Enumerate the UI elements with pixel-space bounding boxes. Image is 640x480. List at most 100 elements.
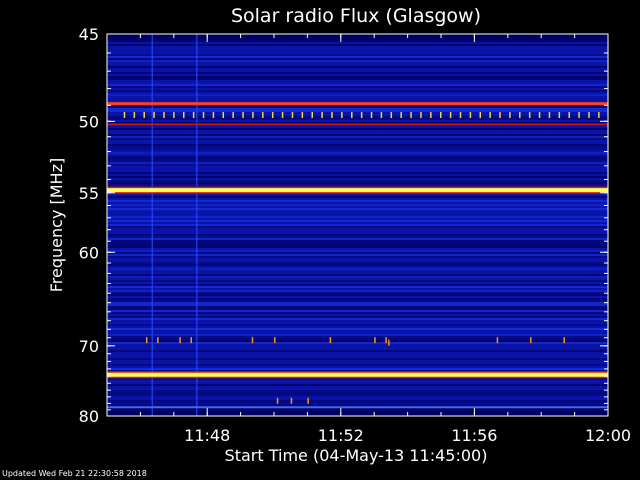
noise-row bbox=[107, 318, 608, 320]
noise-row bbox=[107, 142, 608, 144]
noise-row bbox=[107, 44, 608, 46]
noise-row bbox=[107, 66, 608, 68]
noise-row bbox=[107, 402, 608, 404]
periodic-spike bbox=[291, 111, 294, 118]
top-dark-band bbox=[107, 34, 608, 40]
periodic-spike bbox=[153, 111, 155, 118]
noise-row bbox=[107, 72, 608, 74]
noise-row bbox=[107, 316, 608, 318]
noise-row bbox=[107, 60, 608, 62]
periodic-spike bbox=[578, 111, 580, 118]
periodic-spike bbox=[410, 111, 412, 118]
noise-row bbox=[107, 158, 608, 160]
sporadic-spike bbox=[385, 337, 387, 344]
periodic-spike bbox=[499, 111, 501, 118]
noise-row bbox=[107, 208, 608, 210]
noise-row bbox=[107, 92, 608, 94]
noise-row bbox=[107, 242, 608, 244]
periodic-spike bbox=[281, 111, 284, 118]
y-axis-label: Frequency [MHz] bbox=[47, 158, 66, 292]
noise-row bbox=[107, 390, 608, 392]
noise-row bbox=[107, 64, 608, 66]
noise-row bbox=[107, 106, 608, 108]
noise-row bbox=[107, 356, 608, 358]
noise-row bbox=[107, 382, 608, 384]
noise-row bbox=[107, 264, 608, 266]
noise-row bbox=[107, 336, 608, 338]
noise-row bbox=[107, 240, 608, 242]
noise-row bbox=[107, 234, 608, 236]
noise-row bbox=[107, 290, 608, 292]
y-tick-label: 70 bbox=[79, 337, 99, 356]
noise-row bbox=[107, 352, 608, 354]
noise-row bbox=[107, 248, 608, 250]
noise-row bbox=[107, 230, 608, 232]
periodic-spike bbox=[212, 111, 215, 118]
noise-row bbox=[107, 84, 608, 86]
sporadic-spike bbox=[307, 397, 309, 404]
noise-row bbox=[107, 296, 608, 298]
periodic-spike bbox=[519, 111, 521, 118]
noise-row bbox=[107, 362, 608, 364]
sporadic-spike bbox=[145, 337, 148, 344]
noise-row bbox=[107, 58, 608, 60]
noise-row bbox=[107, 332, 608, 334]
chart-title: Solar radio Flux (Glasgow) bbox=[231, 5, 481, 27]
y-tick-label: 45 bbox=[79, 25, 99, 44]
noise-row bbox=[107, 152, 608, 154]
noise-row bbox=[107, 52, 608, 54]
periodic-spike bbox=[548, 111, 551, 118]
periodic-spike bbox=[588, 111, 590, 118]
noise-row bbox=[107, 328, 608, 330]
periodic-spike bbox=[341, 111, 343, 118]
noise-row bbox=[107, 298, 608, 300]
noise-row bbox=[107, 238, 608, 240]
periodic-spike bbox=[469, 111, 472, 118]
noise-row bbox=[107, 268, 608, 270]
noise-row bbox=[107, 276, 608, 278]
x-tick-label: 11:48 bbox=[184, 426, 230, 445]
periodic-spike bbox=[558, 111, 561, 118]
noise-row bbox=[107, 280, 608, 282]
noise-row bbox=[107, 140, 608, 142]
vertical-feature bbox=[196, 34, 198, 416]
noise-row bbox=[107, 354, 608, 356]
sporadic-spike bbox=[251, 337, 254, 344]
periodic-spike bbox=[360, 111, 363, 118]
noise-row bbox=[107, 198, 608, 200]
noise-row bbox=[107, 144, 608, 146]
noise-row bbox=[107, 360, 608, 362]
noise-row bbox=[107, 90, 608, 92]
periodic-spike bbox=[568, 111, 570, 118]
periodic-spike bbox=[420, 111, 422, 118]
noise-row bbox=[107, 394, 608, 396]
periodic-spike bbox=[321, 111, 323, 118]
noise-row bbox=[107, 154, 608, 156]
periodic-spike bbox=[528, 111, 531, 118]
periodic-spike bbox=[173, 111, 175, 118]
noise-row bbox=[107, 218, 608, 220]
sporadic-spike bbox=[179, 337, 181, 344]
noise-row bbox=[107, 174, 608, 176]
periodic-spike bbox=[390, 111, 393, 118]
sporadic-spike bbox=[530, 337, 532, 344]
noise-row bbox=[107, 286, 608, 288]
noise-row bbox=[107, 304, 608, 306]
sporadic-spike bbox=[276, 397, 279, 404]
periodic-spike bbox=[271, 111, 274, 118]
periodic-spike bbox=[370, 111, 373, 118]
sporadic-spike bbox=[290, 397, 293, 404]
noise-row bbox=[107, 136, 608, 138]
periodic-spike bbox=[301, 111, 304, 118]
periodic-spike bbox=[232, 111, 234, 118]
noise-row bbox=[107, 220, 608, 222]
noise-row bbox=[107, 302, 608, 304]
noise-row bbox=[107, 206, 608, 208]
noise-row bbox=[107, 118, 608, 120]
noise-row bbox=[107, 224, 608, 226]
noise-row bbox=[107, 126, 608, 128]
noise-row bbox=[107, 80, 608, 82]
noise-row bbox=[107, 82, 608, 84]
noise-row bbox=[107, 130, 608, 132]
noise-row bbox=[107, 96, 608, 98]
